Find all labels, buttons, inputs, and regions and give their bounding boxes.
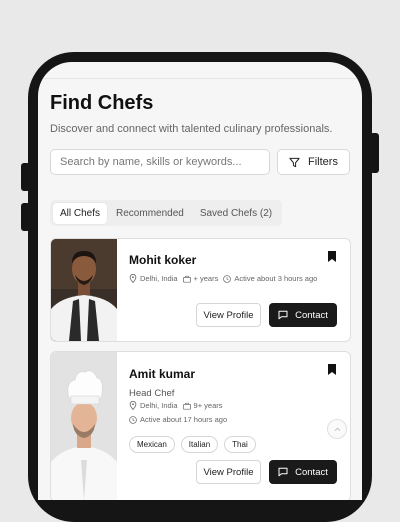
cuisine-tags: Mexican Italian Thai: [129, 436, 256, 453]
app-screen: Find Chefs Discover and connect with tal…: [38, 62, 362, 500]
chef-meta: Delhi, India + years Active about 3 hour…: [129, 274, 317, 283]
filters-button[interactable]: Filters: [277, 149, 350, 175]
location-icon: [129, 274, 137, 283]
chef-last-active: Active about 3 hours ago: [234, 274, 318, 283]
chef-last-active: Active about 17 hours ago: [140, 415, 228, 424]
tab-recommended[interactable]: Recommended: [109, 203, 191, 224]
cuisine-tag: Mexican: [129, 436, 175, 453]
clock-icon: [223, 274, 232, 283]
message-icon: [278, 467, 288, 477]
status-bar: [38, 62, 362, 79]
briefcase-icon: [182, 275, 191, 283]
chef-meta: Active about 17 hours ago: [129, 415, 227, 424]
cuisine-tag: Thai: [224, 436, 256, 453]
contact-label: Contact: [295, 466, 328, 478]
bookmark-icon[interactable]: [328, 364, 336, 375]
filter-icon: [289, 157, 300, 167]
view-profile-button[interactable]: View Profile: [196, 303, 261, 327]
location-icon: [129, 401, 137, 410]
bookmark-icon[interactable]: [328, 251, 336, 262]
tab-all-chefs[interactable]: All Chefs: [53, 202, 108, 224]
chef-experience: 9+ years: [193, 401, 223, 410]
chef-role: Head Chef: [129, 388, 175, 399]
view-profile-button[interactable]: View Profile: [196, 460, 261, 484]
contact-button[interactable]: Contact: [269, 460, 337, 484]
chef-experience: + years: [193, 274, 219, 283]
chef-card[interactable]: Amit kumar Head Chef Delhi, India 9+ yea…: [50, 351, 351, 500]
chef-name: Mohit koker: [129, 253, 197, 267]
tab-saved-chefs[interactable]: Saved Chefs (2): [193, 203, 279, 224]
page-title: Find Chefs: [50, 92, 154, 114]
cuisine-tag: Italian: [180, 436, 219, 453]
contact-label: Contact: [295, 309, 328, 321]
chef-location: Delhi, India: [140, 401, 178, 410]
chef-tabs: All Chefs Recommended Saved Chefs (2): [50, 200, 283, 226]
chef-photo: [51, 352, 117, 500]
briefcase-icon: [182, 402, 191, 410]
message-icon: [278, 310, 288, 320]
chef-photo: [51, 239, 117, 341]
contact-button[interactable]: Contact: [269, 303, 337, 327]
chevron-up-icon: [334, 427, 340, 431]
scroll-up-button[interactable]: [327, 419, 347, 439]
chef-name: Amit kumar: [129, 367, 196, 381]
search-input[interactable]: [50, 149, 270, 175]
page-subtitle: Discover and connect with talented culin…: [50, 123, 333, 135]
chef-location: Delhi, India: [140, 274, 178, 283]
filters-label: Filters: [308, 156, 338, 168]
chef-meta: Delhi, India 9+ years: [129, 401, 223, 410]
clock-icon: [129, 415, 137, 424]
chef-card[interactable]: Mohit koker Delhi, India + years Active …: [50, 238, 351, 342]
